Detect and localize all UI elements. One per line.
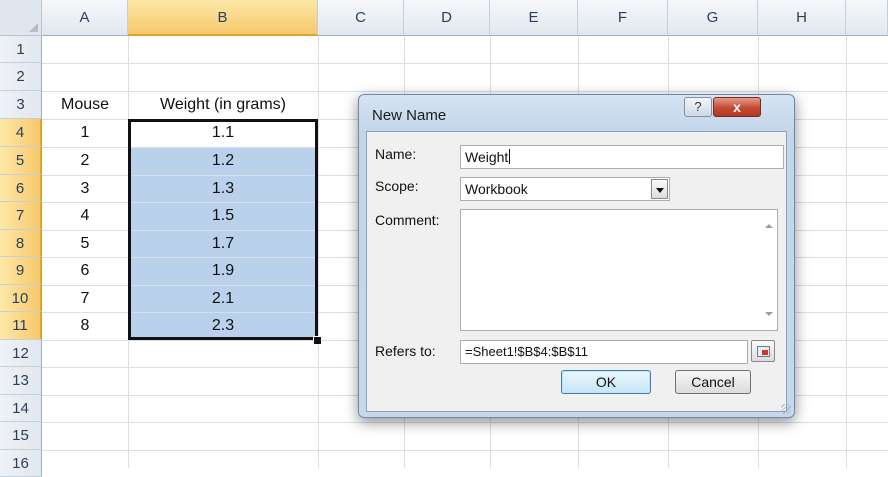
dialog-title: New Name [372, 107, 447, 124]
row-header-11[interactable]: 11 [0, 312, 42, 340]
cell-b5[interactable]: 1.2 [129, 148, 317, 175]
cell-a5[interactable]: 2 [42, 147, 128, 175]
cell-b11[interactable]: 2.3 [129, 313, 317, 340]
cell-b7[interactable]: 1.5 [129, 203, 317, 230]
column-header-c[interactable]: C [318, 0, 404, 36]
row-header-1[interactable]: 1 [0, 36, 42, 63]
gridline [846, 36, 847, 468]
resize-grip-icon[interactable] [781, 404, 791, 414]
dialog-body: Name: Weight Scope: Workbook Comment: Re… [366, 131, 787, 412]
gridline [42, 450, 888, 451]
text-caret [509, 149, 511, 164]
scope-dropdown[interactable]: Workbook [460, 177, 670, 201]
row-header-8[interactable]: 8 [0, 230, 42, 257]
row-header-3[interactable]: 3 [0, 91, 42, 119]
cell-b8[interactable]: 1.7 [129, 231, 317, 257]
cell-b10[interactable]: 2.1 [129, 286, 317, 312]
cell-a8[interactable]: 5 [42, 230, 128, 257]
cell-b6[interactable]: 1.3 [129, 176, 317, 202]
comment-label: Comment: [375, 212, 440, 228]
cell-a6[interactable]: 3 [42, 175, 128, 202]
row-header-15[interactable]: 15 [0, 422, 42, 450]
new-name-dialog: New Name ? x Name: Weight Scope: Workboo… [358, 94, 795, 418]
scope-value: Workbook [465, 181, 528, 197]
collapse-dialog-icon[interactable] [751, 340, 775, 362]
ok-button[interactable]: OK [561, 370, 651, 394]
column-header-h[interactable]: H [758, 0, 846, 36]
row-header-6[interactable]: 6 [0, 175, 42, 202]
close-icon[interactable]: x [713, 97, 761, 117]
row-header-2[interactable]: 2 [0, 63, 42, 91]
scroll-up-icon[interactable] [765, 224, 773, 228]
row-header-16[interactable]: 16 [0, 450, 42, 477]
refers-to-label: Refers to: [375, 343, 436, 359]
column-header-e[interactable]: E [490, 0, 578, 36]
gridline [42, 63, 888, 64]
row-header-9[interactable]: 9 [0, 257, 42, 285]
select-all-corner[interactable] [0, 0, 42, 36]
row-header-7[interactable]: 7 [0, 202, 42, 230]
row-header-10[interactable]: 10 [0, 285, 42, 312]
cell-b3-weight-header[interactable]: Weight (in grams) [128, 91, 318, 119]
select-all-triangle-icon [29, 23, 38, 32]
row-header-4[interactable]: 4 [0, 119, 42, 147]
scroll-down-icon[interactable] [765, 312, 773, 316]
row-header-14[interactable]: 14 [0, 395, 42, 422]
row-header-5[interactable]: 5 [0, 147, 42, 175]
help-icon[interactable]: ? [684, 97, 712, 117]
column-header-g[interactable]: G [668, 0, 758, 36]
name-label: Name: [375, 146, 417, 162]
column-header-a[interactable]: A [42, 0, 128, 36]
column-header-extra[interactable] [846, 0, 888, 36]
cancel-button[interactable]: Cancel [675, 370, 751, 394]
row-header-12[interactable]: 12 [0, 340, 42, 367]
row-header-13[interactable]: 13 [0, 367, 42, 395]
gridline [318, 36, 319, 468]
cell-a7[interactable]: 4 [42, 202, 128, 230]
cell-a3-mouse-header[interactable]: Mouse [42, 91, 128, 119]
name-field[interactable]: Weight [460, 145, 784, 169]
cell-a9[interactable]: 6 [42, 257, 128, 285]
cell-b9[interactable]: 1.9 [129, 258, 317, 285]
fill-handle[interactable] [313, 336, 322, 345]
cell-a10[interactable]: 7 [42, 285, 128, 312]
column-header-b[interactable]: B [128, 0, 318, 36]
refers-to-field[interactable]: =Sheet1!$B$4:$B$11 [460, 340, 748, 364]
scope-label: Scope: [375, 178, 419, 194]
comment-textarea[interactable] [460, 209, 778, 331]
cell-b4-active[interactable]: 1.1 [129, 120, 317, 147]
chevron-down-icon[interactable] [651, 179, 668, 199]
gridline [42, 422, 888, 423]
cell-a4[interactable]: 1 [42, 119, 128, 147]
cell-a11[interactable]: 8 [42, 312, 128, 340]
column-header-d[interactable]: D [404, 0, 490, 36]
column-header-f[interactable]: F [578, 0, 668, 36]
name-value: Weight [465, 149, 509, 165]
